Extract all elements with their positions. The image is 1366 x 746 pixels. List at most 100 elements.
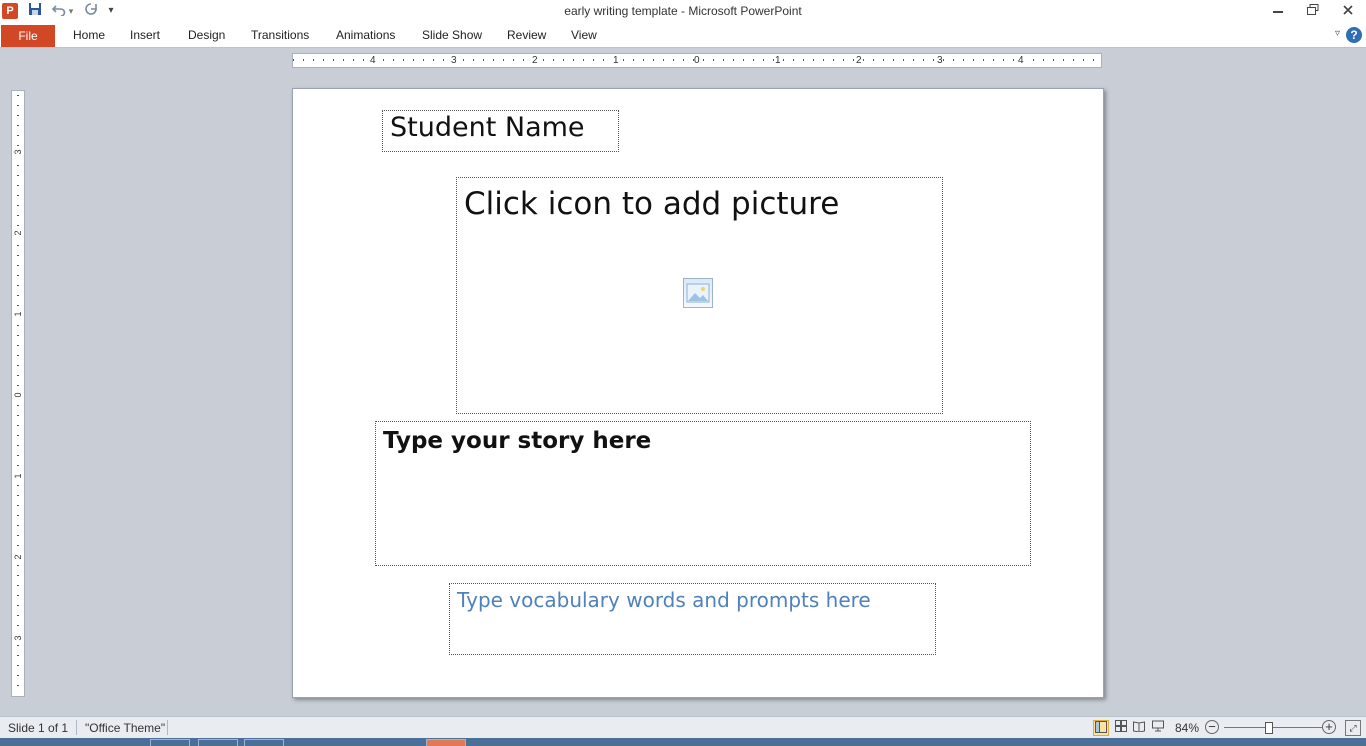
ruler-tick: [603, 59, 604, 61]
ruler-tick: [513, 59, 514, 61]
slide-canvas[interactable]: Student Name Click icon to add picture T…: [292, 88, 1104, 698]
fit-slide-to-window-button[interactable]: ⤢: [1345, 720, 1361, 736]
zoom-slider[interactable]: [1224, 722, 1322, 734]
ruler-tick: [17, 465, 19, 466]
reading-view-button[interactable]: [1131, 720, 1147, 736]
zoom-out-button[interactable]: −: [1205, 720, 1219, 734]
student-name-text: Student Name: [390, 112, 585, 143]
ruler-tick: [683, 59, 684, 61]
ruler-tick: [623, 59, 624, 61]
ruler-label: 3: [13, 146, 23, 158]
tab-animations[interactable]: Animations: [336, 28, 395, 42]
ruler-tick: [523, 59, 524, 61]
ruler-tick: [643, 59, 644, 61]
ruler-label: 2: [13, 551, 23, 563]
tab-file[interactable]: File: [1, 25, 55, 47]
ruler-tick: [463, 59, 464, 61]
ruler-tick: [543, 59, 544, 61]
ruler-tick: [993, 59, 994, 61]
ruler-tick: [17, 365, 19, 366]
normal-view-button[interactable]: [1093, 720, 1109, 736]
ruler-tick: [17, 435, 19, 436]
ruler-tick: [953, 59, 954, 61]
ruler-tick: [673, 59, 674, 61]
ruler-tick: [17, 495, 19, 496]
tab-slide-show[interactable]: Slide Show: [422, 28, 482, 42]
taskbar-button[interactable]: [150, 739, 190, 746]
ruler-tick: [17, 215, 19, 216]
zoom-level[interactable]: 84%: [1175, 721, 1199, 735]
theme-name[interactable]: "Office Theme": [85, 721, 165, 735]
restore-button[interactable]: [1300, 2, 1326, 20]
ruler-label: 1: [13, 308, 23, 320]
minimize-button[interactable]: [1265, 2, 1291, 20]
ruler-tick: [493, 59, 494, 61]
minimize-ribbon-icon[interactable]: ▿: [1335, 28, 1340, 39]
ruler-tick: [823, 59, 824, 61]
os-taskbar: [0, 738, 1366, 746]
ruler-tick: [17, 595, 19, 596]
tab-transitions[interactable]: Transitions: [251, 28, 309, 42]
ruler-tick: [17, 105, 19, 106]
ruler-tick: [963, 59, 964, 61]
tab-review[interactable]: Review: [507, 28, 546, 42]
ruler-tick: [923, 59, 924, 61]
ruler-tick: [433, 59, 434, 61]
ruler-tick: [17, 625, 19, 626]
ruler-tick: [17, 415, 19, 416]
vertical-ruler[interactable]: 3 2 1 0 1 2 3: [11, 90, 25, 697]
ruler-tick: [733, 59, 734, 61]
ruler-tick: [443, 59, 444, 61]
taskbar-button[interactable]: [198, 739, 238, 746]
tab-home[interactable]: Home: [73, 28, 105, 42]
ruler-tick: [17, 425, 19, 426]
taskbar-button[interactable]: [244, 739, 284, 746]
ruler-tick: [1063, 59, 1064, 61]
ruler-tick: [1003, 59, 1004, 61]
ruler-tick: [473, 59, 474, 61]
zoom-slider-thumb[interactable]: [1265, 722, 1273, 734]
ruler-tick: [753, 59, 754, 61]
slideshow-button[interactable]: [1150, 720, 1166, 736]
ruler-label: 3: [13, 632, 23, 644]
ruler-tick: [833, 59, 834, 61]
ruler-tick: [1013, 59, 1014, 61]
horizontal-ruler[interactable]: 4 3 2 1 0 1 2 3 4: [292, 53, 1102, 68]
ruler-tick: [583, 59, 584, 61]
ruler-tick: [653, 59, 654, 61]
story-placeholder[interactable]: Type your story here: [375, 421, 1031, 566]
ruler-tick: [17, 355, 19, 356]
ruler-tick: [17, 295, 19, 296]
slide-counter: Slide 1 of 1: [8, 721, 69, 735]
title-bar: P ▾ ▾ early writing template - Microsoft…: [0, 0, 1366, 25]
slide-sorter-button[interactable]: [1113, 720, 1129, 736]
picture-placeholder[interactable]: Click icon to add picture: [456, 177, 943, 414]
tab-design[interactable]: Design: [188, 28, 225, 42]
ruler-tick: [17, 385, 19, 386]
ruler-tick: [803, 59, 804, 61]
insert-picture-icon[interactable]: [683, 278, 713, 308]
vocabulary-placeholder[interactable]: Type vocabulary words and prompts here: [449, 583, 936, 655]
tab-insert[interactable]: Insert: [130, 28, 160, 42]
ruler-tick: [17, 645, 19, 646]
ruler-tick: [913, 59, 914, 61]
taskbar-button-powerpoint[interactable]: [426, 739, 466, 746]
picture-prompt-text: Click icon to add picture: [464, 186, 840, 222]
ruler-tick: [17, 525, 19, 526]
zoom-in-button[interactable]: +: [1322, 720, 1336, 734]
student-name-placeholder[interactable]: Student Name: [382, 110, 619, 152]
vocabulary-prompt-text: Type vocabulary words and prompts here: [457, 588, 871, 612]
ruler-tick: [383, 59, 384, 61]
help-icon[interactable]: ?: [1346, 27, 1362, 43]
ruler-tick: [17, 185, 19, 186]
ruler-tick: [633, 59, 634, 61]
close-button[interactable]: [1335, 2, 1361, 20]
ruler-tick: [1083, 59, 1084, 61]
ruler-tick: [1033, 59, 1034, 61]
tab-view[interactable]: View: [571, 28, 597, 42]
ruler-tick: [17, 195, 19, 196]
ruler-tick: [1053, 59, 1054, 61]
ribbon-tab-bar: File Home Insert Design Transitions Anim…: [0, 24, 1366, 48]
ruler-tick: [17, 545, 19, 546]
ruler-tick: [883, 59, 884, 61]
